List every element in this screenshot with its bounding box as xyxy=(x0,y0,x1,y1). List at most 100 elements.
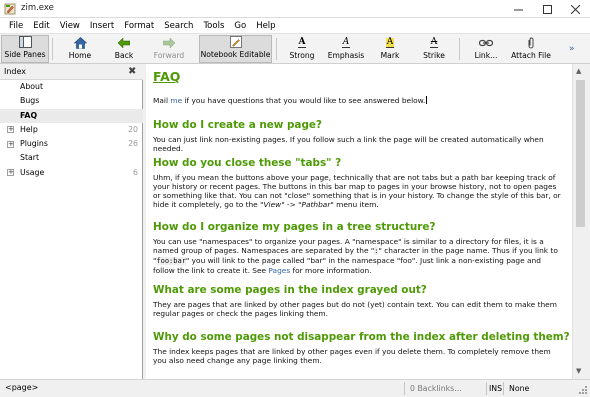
highlight-format-icon: A xyxy=(385,36,395,48)
menu-help[interactable]: Help xyxy=(251,21,280,31)
status-bar: <page> 0 Backlinks... INS None xyxy=(0,379,590,397)
toolbar-separator xyxy=(52,38,53,60)
menu-insert[interactable]: Insert xyxy=(85,21,119,31)
home-icon xyxy=(73,36,87,49)
toolbar-overflow-chevron-icon[interactable]: » xyxy=(569,44,575,54)
italic-format-icon: A xyxy=(341,36,351,48)
notebook-editable-button[interactable]: Notebook Editable xyxy=(199,35,272,63)
strikethrough-format-icon: A xyxy=(429,36,439,48)
pencil-edit-icon xyxy=(229,36,243,48)
page-editor[interactable]: FAQ Mail me if you have questions that y… xyxy=(146,64,572,379)
arrow-left-icon xyxy=(117,36,131,49)
paperclip-icon xyxy=(524,36,538,49)
resize-grip-icon[interactable] xyxy=(579,386,588,395)
heading-create-page: How do I create a new page? xyxy=(153,119,322,131)
index-item-plugins[interactable]: + Plugins 26 xyxy=(0,137,143,151)
emphasis-button[interactable]: A Emphasis xyxy=(327,35,365,63)
strike-button[interactable]: A Strike xyxy=(421,35,447,63)
mark-button[interactable]: A Mark xyxy=(377,35,403,63)
answer-create-page: You can just link non-existing pages. If… xyxy=(153,135,544,154)
toolbar: Side Panes Home Back Forward Notebook Ed… xyxy=(0,34,590,64)
maximize-button[interactable] xyxy=(533,0,562,18)
expand-plus-icon[interactable]: + xyxy=(7,126,14,134)
mail-me-link[interactable]: me xyxy=(170,96,182,105)
side-panes-label: Side Panes xyxy=(4,50,46,59)
side-panes-button[interactable]: Side Panes xyxy=(1,35,49,63)
toolbar-separator xyxy=(276,38,277,60)
insert-mode-indicator: INS xyxy=(486,382,503,395)
menu-tools[interactable]: Tools xyxy=(198,21,229,31)
minimize-icon xyxy=(514,9,523,10)
index-item-about[interactable]: About xyxy=(0,80,143,94)
link-chain-icon xyxy=(479,36,493,49)
emphasis-label: Emphasis xyxy=(327,51,365,60)
answer-organize-tree: You can use "namespaces" to organize you… xyxy=(153,237,558,276)
heading-not-disappear: Why do some pages not disappear from the… xyxy=(153,331,570,343)
menu-go[interactable]: Go xyxy=(229,21,251,31)
attach-file-label: Attach File xyxy=(511,51,551,60)
heading-close-tabs: How do you close these "tabs" ? xyxy=(153,157,342,169)
menu-edit[interactable]: Edit xyxy=(28,21,54,31)
side-panes-icon xyxy=(18,36,32,48)
mark-label: Mark xyxy=(380,51,400,60)
index-item-count: 20 xyxy=(128,124,138,134)
page-title: FAQ xyxy=(153,69,181,84)
text-cursor xyxy=(426,96,428,104)
backlinks-button[interactable]: 0 Backlinks... xyxy=(404,382,486,395)
index-item-faq[interactable]: FAQ xyxy=(0,108,143,123)
index-side-pane: Index ✖ About Bugs FAQ + Help 20 + Plugi… xyxy=(0,64,143,379)
close-button[interactable] xyxy=(561,0,590,18)
minimize-button[interactable] xyxy=(504,0,533,18)
scroll-up-arrow-icon[interactable]: ▲ xyxy=(576,67,581,75)
menu-file[interactable]: File xyxy=(4,21,28,31)
menu-bar: File Edit View Insert Format Search Tool… xyxy=(0,18,590,34)
pages-link[interactable]: Pages xyxy=(268,266,290,275)
forward-label: Forward xyxy=(153,51,185,60)
home-label: Home xyxy=(68,51,92,60)
home-button[interactable]: Home xyxy=(62,35,98,63)
answer-close-tabs: Uhm, if you mean the buttons above your … xyxy=(153,173,561,210)
forward-button[interactable]: Forward xyxy=(149,35,189,63)
index-item-usage[interactable]: + Usage 6 xyxy=(0,166,143,180)
close-pane-icon[interactable]: ✖ xyxy=(128,66,136,77)
title-bar: zim.exe xyxy=(0,0,590,18)
zim-pencil-icon xyxy=(4,3,16,15)
arrow-right-icon xyxy=(162,36,176,49)
window-title: zim.exe xyxy=(21,3,54,13)
index-header: Index ✖ xyxy=(0,64,143,80)
strong-button[interactable]: A Strong xyxy=(287,35,317,63)
back-button[interactable]: Back xyxy=(108,35,140,63)
answer-not-disappear: The index keeps pages that are linked by… xyxy=(153,347,551,366)
toolbar-separator xyxy=(459,38,460,60)
answer-grayed-out: They are pages that are linked by other … xyxy=(153,300,557,319)
menu-view[interactable]: View xyxy=(55,21,85,31)
expand-plus-icon[interactable]: + xyxy=(7,169,14,177)
menu-search[interactable]: Search xyxy=(159,21,198,31)
menu-format[interactable]: Format xyxy=(119,21,159,31)
heading-grayed-out: What are some pages in the index grayed … xyxy=(153,284,427,296)
heading-organize-tree: How do I organize my pages in a tree str… xyxy=(153,221,436,233)
maximize-icon xyxy=(543,4,552,14)
insert-link-button[interactable]: Link... xyxy=(471,35,501,63)
index-item-start[interactable]: Start xyxy=(0,151,143,165)
index-item-bugs[interactable]: Bugs xyxy=(0,94,143,108)
strike-label: Strike xyxy=(423,51,445,60)
bold-format-icon: A xyxy=(297,36,307,48)
index-title: Index xyxy=(4,67,27,76)
status-page-name: <page> xyxy=(5,383,39,392)
index-tree: About Bugs FAQ + Help 20 + Plugins 26 St… xyxy=(0,80,143,180)
scrollbar-thumb[interactable] xyxy=(576,80,585,227)
attach-file-button[interactable]: Attach File xyxy=(508,35,554,63)
editor-scrollbar[interactable]: ▲ ▼ xyxy=(572,64,587,379)
intro-paragraph: Mail me if you have questions that you w… xyxy=(153,96,428,105)
index-item-count: 26 xyxy=(128,139,138,149)
back-label: Back xyxy=(114,51,134,60)
close-icon xyxy=(571,4,580,14)
expand-plus-icon[interactable]: + xyxy=(7,140,14,148)
index-item-help[interactable]: + Help 20 xyxy=(0,123,143,137)
index-item-count: 6 xyxy=(133,167,138,177)
style-indicator: None xyxy=(503,382,573,395)
strong-label: Strong xyxy=(289,51,315,60)
link-label: Link... xyxy=(474,51,498,60)
scroll-down-arrow-icon[interactable]: ▼ xyxy=(576,367,581,375)
